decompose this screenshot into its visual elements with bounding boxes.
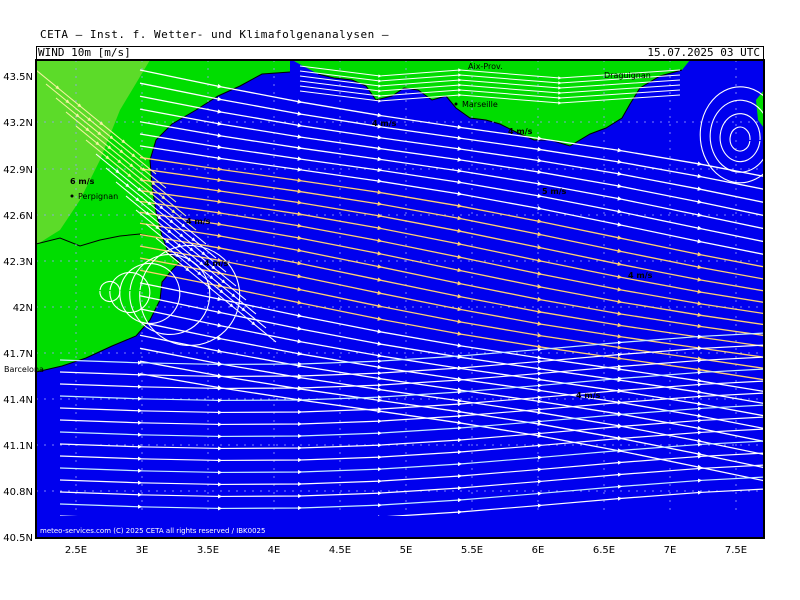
lat-label: 42N xyxy=(13,303,33,314)
lat-label: 41.7N xyxy=(3,349,33,360)
speed-label: 4 m/s xyxy=(628,271,653,280)
lat-label: 42.3N xyxy=(3,257,33,268)
lat-label: 40.5N xyxy=(3,533,33,544)
city-marseille: Marseille xyxy=(462,100,498,109)
speed-label: 6 m/s xyxy=(70,177,95,186)
lon-label: 7E xyxy=(664,545,677,556)
lon-label: 6E xyxy=(532,545,545,556)
lat-label: 41.1N xyxy=(3,441,33,452)
speed-label: 4 m/s xyxy=(508,127,533,136)
speed-label: 5 m/s xyxy=(542,187,567,196)
city-marker-marseille xyxy=(454,102,458,106)
copyright-note: meteo-services.com (C) 2025 CETA all rig… xyxy=(40,527,265,535)
speed-label: 4 m/s xyxy=(576,391,601,400)
lat-label: 43.5N xyxy=(3,72,33,83)
lon-label: 3E xyxy=(136,545,149,556)
lat-label: 42.6N xyxy=(3,211,33,222)
lon-label: 4E xyxy=(268,545,281,556)
lon-label: 6.5E xyxy=(593,545,615,556)
city-aix: Aix-Prov. xyxy=(468,62,503,71)
speed-label: 4 m/s xyxy=(186,217,211,226)
city-perpignan: Perpignan xyxy=(78,192,118,201)
lon-label: 3.5E xyxy=(197,545,219,556)
lat-label: 42.9N xyxy=(3,165,33,176)
wind-map: 43.5N 43.2N 42.9N 42.6N 42.3N 42N 41.7N … xyxy=(3,59,765,556)
lat-label: 43.2N xyxy=(3,118,33,129)
lon-label: 2.5E xyxy=(65,545,87,556)
speed-label: 4 m/s xyxy=(372,119,397,128)
city-draguignan: Draguignan xyxy=(604,71,651,80)
speed-label: 4 m/s xyxy=(204,259,229,268)
lat-label: 41.4N xyxy=(3,395,33,406)
lon-label: 4.5E xyxy=(329,545,351,556)
lat-label: 40.8N xyxy=(3,487,33,498)
lon-label: 5E xyxy=(400,545,413,556)
city-barcelona: Barcelona xyxy=(4,365,44,374)
lon-label: 7.5E xyxy=(725,545,747,556)
city-marker-perpignan xyxy=(70,194,74,198)
lon-label: 5.5E xyxy=(461,545,483,556)
